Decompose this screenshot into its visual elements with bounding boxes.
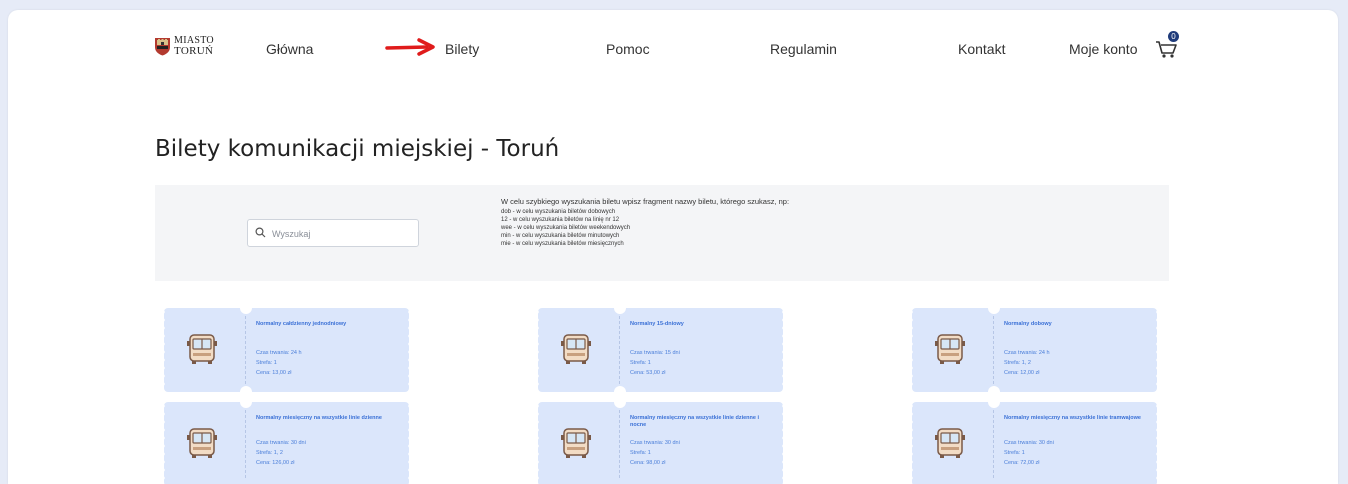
ticket-title: Normalny 15-dniowy bbox=[630, 321, 684, 327]
ticket-title: Normalny miesięczny na wszystkie linie t… bbox=[1004, 415, 1141, 421]
bus-icon bbox=[935, 334, 965, 364]
search-hint-line: dob - w celu wyszukania biletów dobowych bbox=[501, 209, 616, 215]
city-logo[interactable]: MIASTO TORUŃ bbox=[154, 36, 214, 57]
search-hint-line: wee - w celu wyszukania biletów weekendo… bbox=[501, 225, 631, 231]
logo-text: MIASTO TORUŃ bbox=[174, 36, 214, 57]
ticket-price: Cena: 13,00 zł bbox=[256, 370, 292, 376]
search-hint-line: 12 - w celu wyszukania biletów na linię … bbox=[501, 217, 620, 223]
search-hint-lead: W celu szybkiego wyszukania biletu wpisz… bbox=[501, 197, 790, 206]
search-hint: W celu szybkiego wyszukania biletu wpisz… bbox=[501, 197, 921, 248]
ticket-title: Normalny miesięczny na wszystkie linie d… bbox=[256, 415, 382, 421]
bus-icon bbox=[561, 428, 591, 458]
ticket-zone: Strefa: 1 bbox=[630, 360, 651, 366]
ticket-card[interactable]: Normalny dobowy Czas trwania: 24 h Stref… bbox=[911, 302, 1158, 398]
ticket-zone: Strefa: 1 bbox=[256, 360, 277, 366]
ticket-duration: Czas trwania: 30 dni bbox=[1004, 440, 1054, 446]
ticket-title: Normalny dobowy bbox=[1004, 321, 1052, 327]
ticket-zone: Strefa: 1 bbox=[1004, 450, 1025, 456]
ticket-price: Cena: 72,00 zł bbox=[1004, 460, 1040, 466]
logo-line-2: TORUŃ bbox=[174, 45, 214, 57]
ticket-duration: Czas trwania: 24 h bbox=[256, 350, 302, 356]
ticket-duration: Czas trwania: 15 dni bbox=[630, 350, 680, 356]
nav-link-pomoc[interactable]: Pomoc bbox=[606, 41, 650, 57]
search-hint-line: mie - w celu wyszukania biletów miesięcz… bbox=[501, 241, 624, 247]
nav-link-kontakt[interactable]: Kontakt bbox=[958, 41, 1005, 57]
ticket-price: Cena: 98,00 zł bbox=[630, 460, 666, 466]
ticket-card[interactable]: Normalny miesięczny na wszystkie linie d… bbox=[163, 396, 410, 484]
ticket-price: Cena: 53,00 zł bbox=[630, 370, 666, 376]
ticket-card[interactable]: Normalny 15-dniowy Czas trwania: 15 dni … bbox=[537, 302, 784, 398]
ticket-zone: Strefa: 1, 2 bbox=[1004, 360, 1031, 366]
search-input[interactable] bbox=[270, 225, 414, 243]
browser-page: MIASTO TORUŃ Główna Bilety Pomoc Regulam… bbox=[8, 10, 1338, 484]
ticket-duration: Czas trwania: 24 h bbox=[1004, 350, 1050, 356]
search-hint-line: min - w celu wyszukania biletów minutowy… bbox=[501, 233, 620, 239]
bus-icon bbox=[187, 334, 217, 364]
ticket-price: Cena: 12,00 zł bbox=[1004, 370, 1040, 376]
nav-link-glowna[interactable]: Główna bbox=[266, 41, 313, 57]
ticket-price: Cena: 126,00 zł bbox=[256, 460, 295, 466]
ticket-zone: Strefa: 1, 2 bbox=[256, 450, 283, 456]
page-title: Bilety komunikacji miejskiej - Toruń bbox=[155, 136, 560, 162]
ticket-card[interactable]: Normalny miesięczny na wszystkie linie d… bbox=[537, 396, 784, 484]
ticket-duration: Czas trwania: 30 dni bbox=[256, 440, 306, 446]
search-box[interactable] bbox=[247, 219, 419, 247]
ticket-title: Normalny miesięczny na wszystkie linie d… bbox=[630, 415, 759, 428]
ticket-title: Normalny całdzienny jednodniowy bbox=[256, 321, 347, 327]
red-arrow-annotation-icon bbox=[385, 38, 435, 56]
ticket-duration: Czas trwania: 30 dni bbox=[630, 440, 680, 446]
bus-icon bbox=[561, 334, 591, 364]
ticket-zone: Strefa: 1 bbox=[630, 450, 651, 456]
bus-icon bbox=[187, 428, 217, 458]
bus-icon bbox=[935, 428, 965, 458]
city-crest-icon bbox=[155, 38, 170, 56]
nav-link-regulamin[interactable]: Regulamin bbox=[770, 41, 837, 57]
nav-link-bilety[interactable]: Bilety bbox=[445, 41, 479, 57]
search-icon bbox=[255, 227, 266, 238]
ticket-card[interactable]: Normalny całdzienny jednodniowy Czas trw… bbox=[163, 302, 410, 398]
ticket-card[interactable]: Normalny miesięczny na wszystkie linie t… bbox=[911, 396, 1158, 484]
nav-link-moje-konto[interactable]: Moje konto bbox=[1069, 41, 1137, 57]
cart-count-badge: 0 bbox=[1168, 31, 1179, 42]
search-panel: W celu szybkiego wyszukania biletu wpisz… bbox=[155, 185, 1169, 281]
